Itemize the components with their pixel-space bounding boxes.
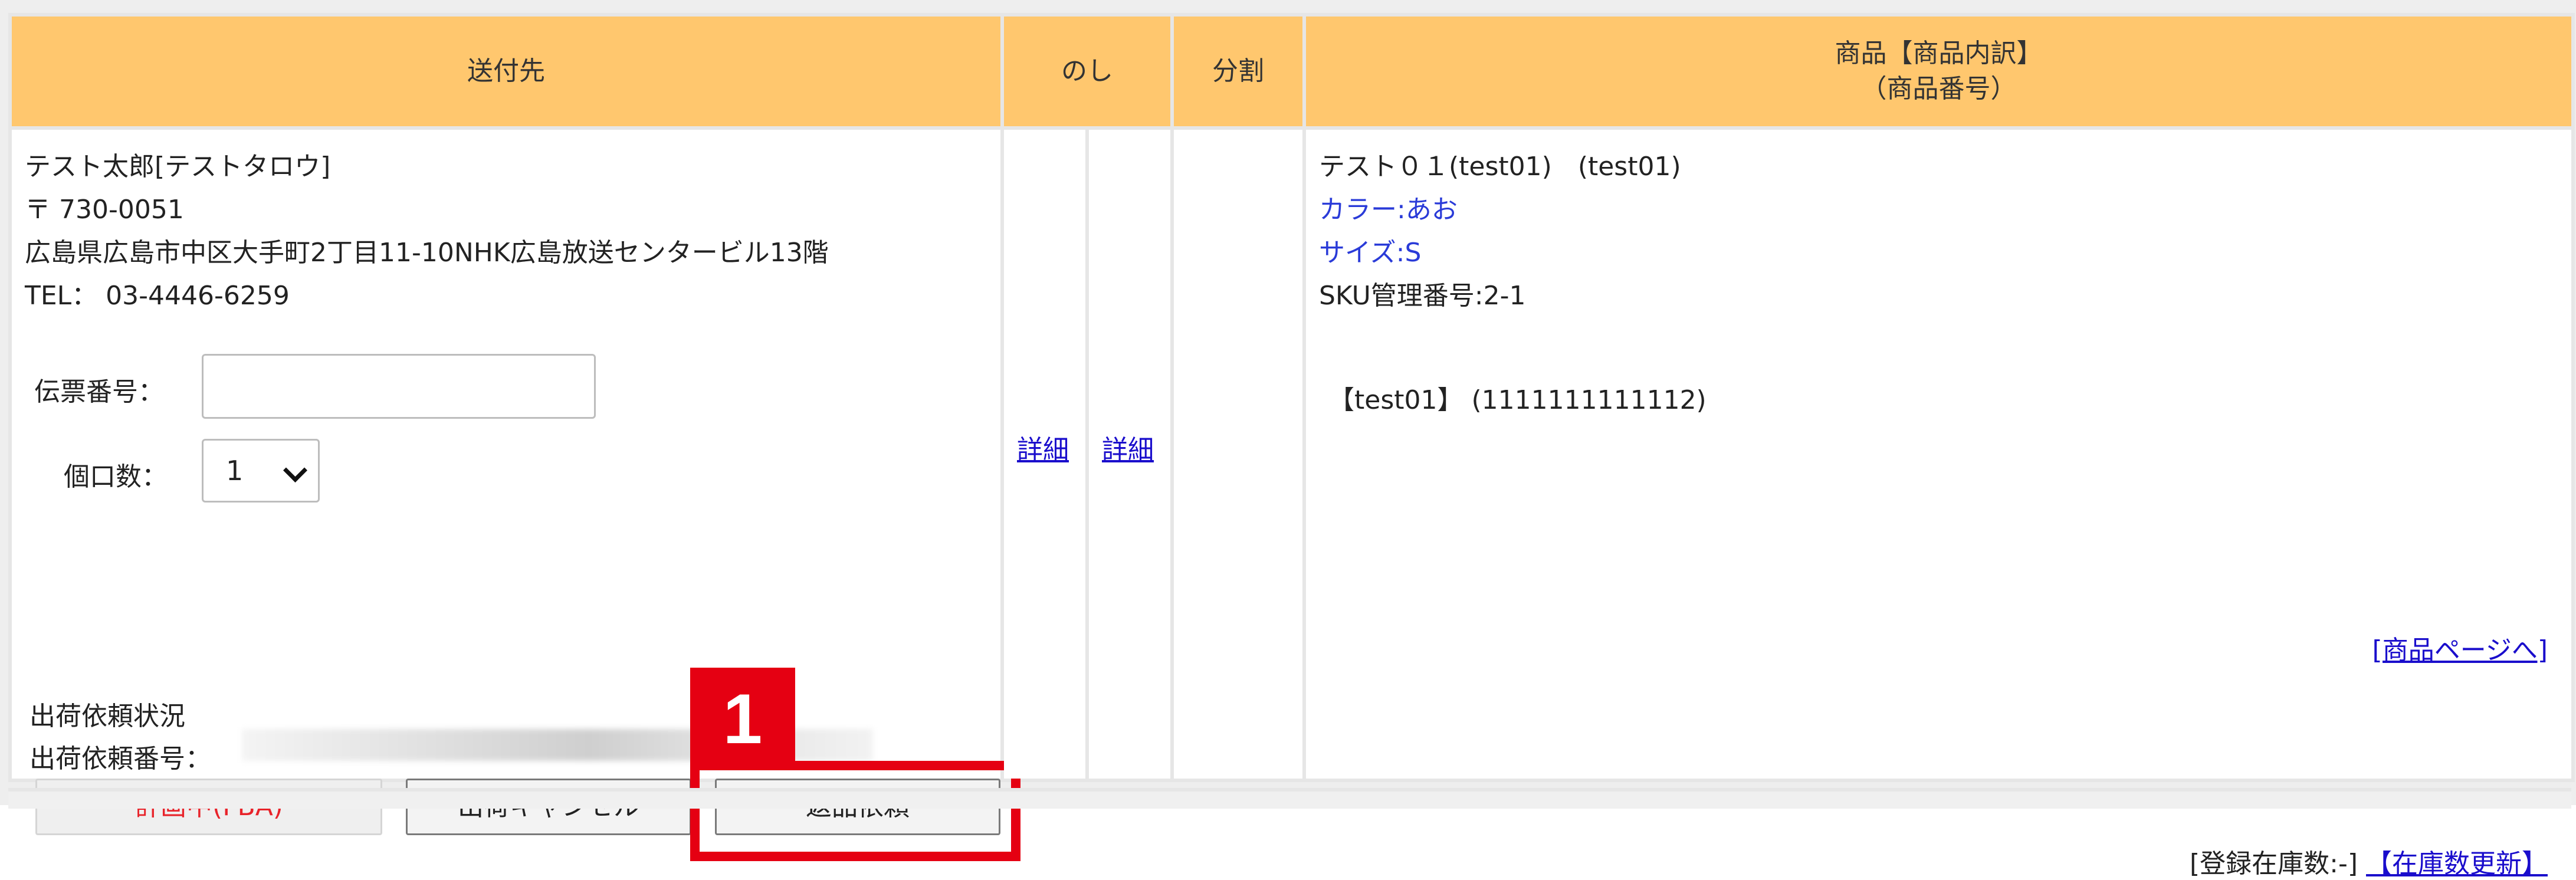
- address-block: テスト太郎[テストタロウ] 〒 730-0051 広島県広島市中区大手町2丁目1…: [25, 145, 829, 317]
- shipment-status-label: 出荷依頼状況: [29, 701, 185, 731]
- postal-code: 〒 730-0051: [25, 195, 184, 225]
- chevron-down-icon: [283, 458, 308, 483]
- stock-label: [登録在庫数:-]: [2189, 849, 2358, 879]
- header-product-line2: （商品番号）: [1860, 74, 2017, 104]
- phone-number: TEL： 03-4446-6259: [25, 281, 290, 311]
- noshi-cell-2: 詳細: [1085, 126, 1174, 782]
- header-row: 送付先 のし 分割 商品【商品内訳】 （商品番号）: [8, 13, 2575, 130]
- product-sku: SKU管理番号:2-1: [1319, 281, 1526, 311]
- noshi-cell-1: 詳細: [1000, 126, 1089, 782]
- product-name: テスト０１(test01) (test01): [1319, 152, 1681, 182]
- product-page-link[interactable]: [商品ページへ]: [2372, 629, 2548, 666]
- highlight-box: [690, 761, 1020, 861]
- package-count-select[interactable]: 1: [202, 439, 320, 503]
- header-destination: 送付先: [8, 13, 1004, 130]
- order-row: テスト太郎[テストタロウ] 〒 730-0051 広島県広島市中区大手町2丁目1…: [8, 126, 2575, 879]
- product-cell: テスト０１(test01) (test01) カラー:あお サイズ:S SKU管…: [1302, 126, 2575, 879]
- order-table: 送付先 のし 分割 商品【商品内訳】 （商品番号） テスト太郎[テストタロウ] …: [8, 13, 2575, 879]
- noshi-detail-link-2[interactable]: 詳細: [1102, 428, 1154, 466]
- step-badge: 1: [690, 668, 795, 770]
- package-count-label: 個口数：: [64, 462, 168, 492]
- product-block: テスト０１(test01) (test01) カラー:あお サイズ:S SKU管…: [1319, 145, 1681, 317]
- header-product: 商品【商品内訳】 （商品番号）: [1302, 13, 2575, 130]
- street-address: 広島県広島市中区大手町2丁目11-10NHK広島放送センタービル13階: [25, 238, 829, 268]
- destination-cell: テスト太郎[テストタロウ] 〒 730-0051 広島県広島市中区大手町2丁目1…: [8, 126, 1020, 861]
- stock-update-link[interactable]: 【在庫数更新】: [2366, 849, 2548, 879]
- order-panel: 送付先 のし 分割 商品【商品内訳】 （商品番号） テスト太郎[テストタロウ] …: [0, 0, 2576, 879]
- noshi-detail-link-1[interactable]: 詳細: [1017, 428, 1069, 466]
- header-product-line1: 商品【商品内訳】: [1835, 38, 2043, 68]
- header-noshi: のし: [1000, 13, 1174, 130]
- next-row-strip: [8, 788, 2571, 809]
- shipment-number-label: 出荷依頼番号：: [29, 744, 211, 774]
- slip-number-input[interactable]: [202, 354, 596, 419]
- product-color: カラー:あお: [1319, 195, 1458, 225]
- header-split: 分割: [1170, 13, 1306, 130]
- recipient-name: テスト太郎[テストタロウ]: [25, 152, 331, 182]
- package-count-value: 1: [226, 455, 244, 487]
- slip-number-label: 伝票番号：: [34, 377, 164, 407]
- product-code: 【test01】 (1111111111112): [1328, 385, 1707, 415]
- stock-line: [登録在庫数:-] 【在庫数更新】: [2190, 842, 2548, 880]
- product-size: サイズ:S: [1319, 238, 1422, 268]
- split-cell: [1170, 126, 1306, 782]
